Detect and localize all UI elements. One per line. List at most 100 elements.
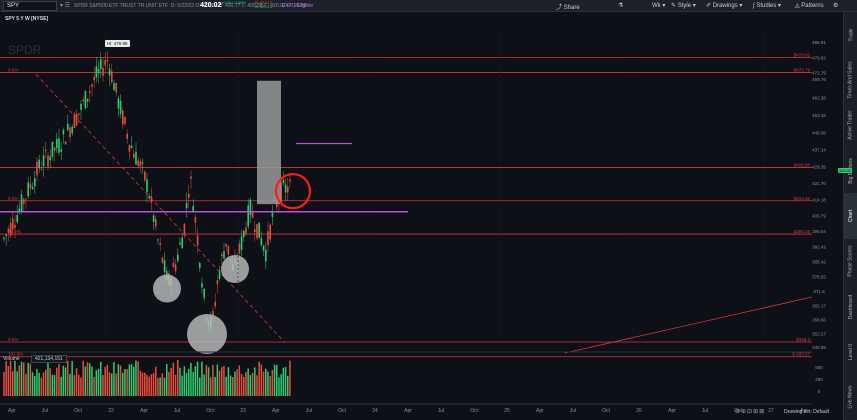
volume-bar [64, 367, 67, 396]
patterns-button[interactable]: ◬ Patterns [795, 2, 824, 9]
volume-bar [14, 360, 16, 396]
volume-bar [119, 365, 122, 396]
tab-active-trader[interactable]: Active Trader [844, 103, 857, 148]
volume-bar [9, 360, 12, 396]
volume-bar [102, 375, 104, 396]
volume-bar [254, 367, 256, 396]
volume-bar [12, 371, 14, 396]
drawings-icon: ✐ [706, 3, 712, 9]
volume-bar [236, 369, 238, 396]
style-button[interactable]: ✎ Style ▾ [671, 2, 696, 9]
candle-body [159, 243, 161, 246]
volume-bar [95, 370, 98, 396]
tab-trade[interactable]: Trade [844, 12, 857, 57]
tab-label: Level II [848, 343, 854, 361]
tab-level-ii[interactable]: Level II [844, 329, 857, 374]
price-tick-label: 392.42 [812, 245, 826, 250]
candle-body [196, 235, 199, 246]
candle-body [34, 178, 36, 187]
x-axis-label: 22 [108, 408, 114, 414]
volume-bar [27, 362, 29, 396]
price-tick-label: 345.99 [812, 345, 826, 350]
volume-bar [177, 360, 179, 396]
candle-body [49, 156, 51, 161]
flask-icon[interactable]: ⚗ [618, 2, 623, 9]
candle-body [141, 162, 144, 164]
volume-bar [243, 377, 245, 396]
volume-bar [51, 374, 54, 396]
volume-bar [181, 375, 183, 396]
x-axis-label: Apr [272, 408, 280, 414]
volume-bar [75, 368, 78, 396]
volume-bar [137, 361, 139, 396]
volume-bar [113, 362, 115, 396]
volume-bar [240, 373, 243, 396]
volume-bar [29, 363, 32, 396]
candle-body [249, 199, 252, 216]
candle-body [58, 138, 60, 153]
candle-body [144, 171, 146, 181]
tab-times-and-sales[interactable]: Times And Sales [844, 57, 857, 102]
timeframe-button[interactable]: Wk ▾ [652, 2, 665, 9]
candle-body [42, 155, 45, 167]
volume-bar [18, 365, 21, 396]
candle-body [95, 66, 98, 78]
candle-body [93, 76, 95, 81]
x-axis-label: Apr [668, 408, 676, 414]
candle-body [124, 116, 126, 125]
volume-bar [148, 376, 150, 396]
chart-title: SPY 5 Y W [NYSE] [5, 16, 49, 22]
chart-controls[interactable]: ⊖⊕⊟⊞⊠ [735, 408, 765, 415]
candle-body [9, 223, 12, 236]
ask-price: A: 421.13 [255, 4, 273, 9]
volume-bar [144, 372, 146, 396]
share-button[interactable]: ⤴ Share [556, 2, 580, 11]
candle-body [177, 254, 179, 261]
candle-body [214, 301, 216, 307]
tab-live-news[interactable]: Live News [844, 375, 857, 420]
price-chart[interactable]: SPDR 486.91 479.82 472.79469.76 461.38 453.16… [0, 12, 843, 420]
volume-bar [273, 364, 276, 396]
candle-body [157, 239, 159, 241]
symbol-input[interactable]: SPY [3, 1, 57, 11]
candle-body [62, 130, 65, 135]
gear-icon[interactable]: ⚙ [833, 2, 838, 9]
volume-bar [34, 376, 36, 396]
volume-bar [161, 373, 164, 396]
drawings-button[interactable]: ✐ Drawings ▾ [706, 2, 742, 9]
candle-body [256, 224, 258, 239]
candle-body [287, 186, 289, 193]
candle-body [23, 199, 25, 204]
volume-bar [159, 377, 161, 396]
volume-bar [97, 368, 100, 396]
candle-body [163, 260, 166, 273]
price-tick-label: 429.35 [812, 165, 826, 170]
volume-bar [106, 364, 109, 396]
candle-body [75, 113, 78, 126]
volume-bar [133, 366, 135, 396]
fib-price-label: $348.3 [796, 337, 810, 342]
studies-button[interactable]: ∫ Studies ▾ [753, 2, 781, 9]
tab-phase-scores[interactable]: Phase Scores [844, 239, 857, 284]
candle-body [185, 202, 188, 209]
volume-bar [238, 365, 241, 396]
volume-bar [179, 367, 181, 396]
volume-bar [86, 362, 89, 396]
watermark-logo: SPDR [8, 43, 42, 57]
volume-bar [155, 366, 157, 396]
candle-body [130, 145, 133, 148]
volume-bar [218, 370, 221, 396]
candle-body [115, 82, 117, 93]
candle-body [113, 83, 115, 91]
drawing-set[interactable]: Drawing set: Default [784, 409, 829, 415]
price-change: +0.00 / 0.00% [221, 0, 246, 5]
tab-chart[interactable]: Chart [844, 193, 857, 239]
volume-tick-label: 500 [815, 365, 823, 370]
volume-bar [170, 367, 172, 396]
candle-body [216, 280, 219, 285]
tab-dashboard[interactable]: Dashboard [844, 284, 857, 329]
candle-body [199, 263, 201, 269]
candle-body [254, 229, 256, 232]
volume-bar [229, 375, 232, 396]
symbol-menu-icon[interactable]: ▾ ☰ [60, 2, 70, 9]
